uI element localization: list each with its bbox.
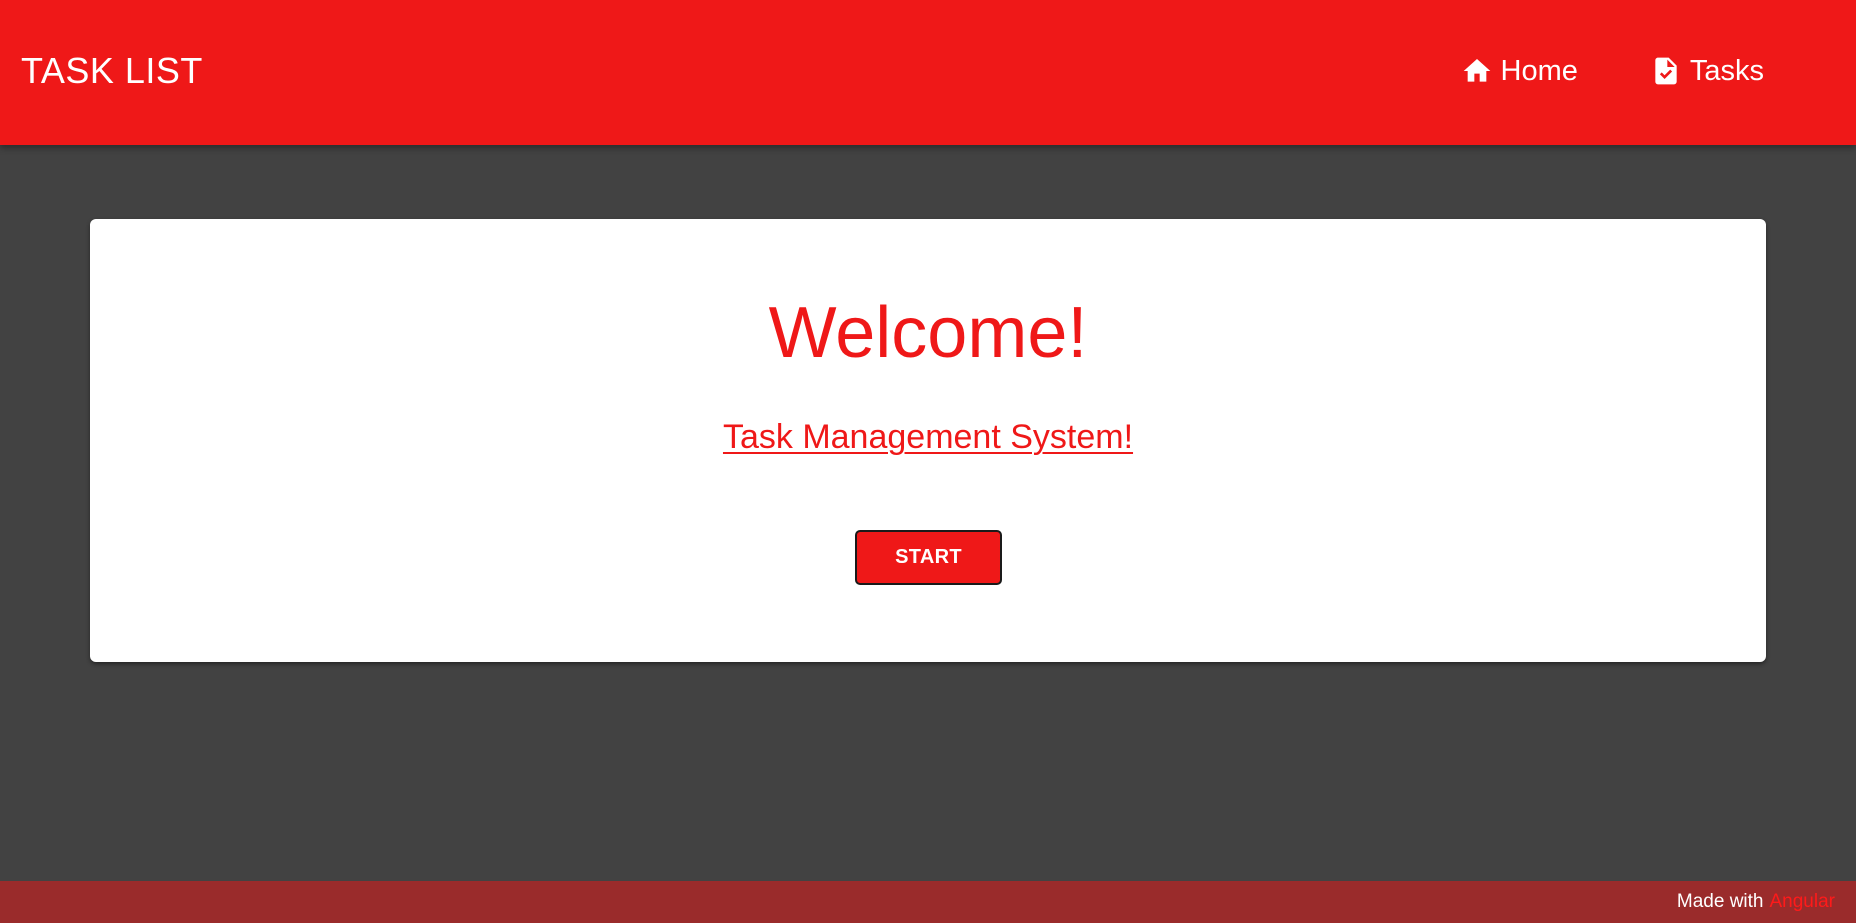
start-button[interactable]: START [855,530,1002,585]
main-nav: Home Tasks [1461,51,1764,91]
nav-home-link[interactable]: Home [1461,51,1578,91]
nav-tasks-label: Tasks [1689,55,1764,87]
made-with-text: Made with [1676,891,1764,912]
welcome-card: Welcome! Task Management System! START [90,219,1766,662]
footer-credit: Made with Angular [1677,891,1835,913]
task-management-link[interactable]: Task Management System! [723,418,1133,456]
home-icon [1461,55,1493,87]
app-title: TASK LIST [21,50,203,91]
nav-home-label: Home [1500,55,1578,87]
footer: Made with Angular [0,881,1856,923]
angular-link[interactable]: Angular [1770,891,1836,912]
nav-tasks-link[interactable]: Tasks [1650,51,1764,91]
task-document-icon [1650,55,1682,87]
welcome-heading: Welcome! [768,293,1088,373]
subtitle-heading: Task Management System! [90,415,1766,459]
top-bar: TASK LIST Home Tasks [0,0,1856,145]
